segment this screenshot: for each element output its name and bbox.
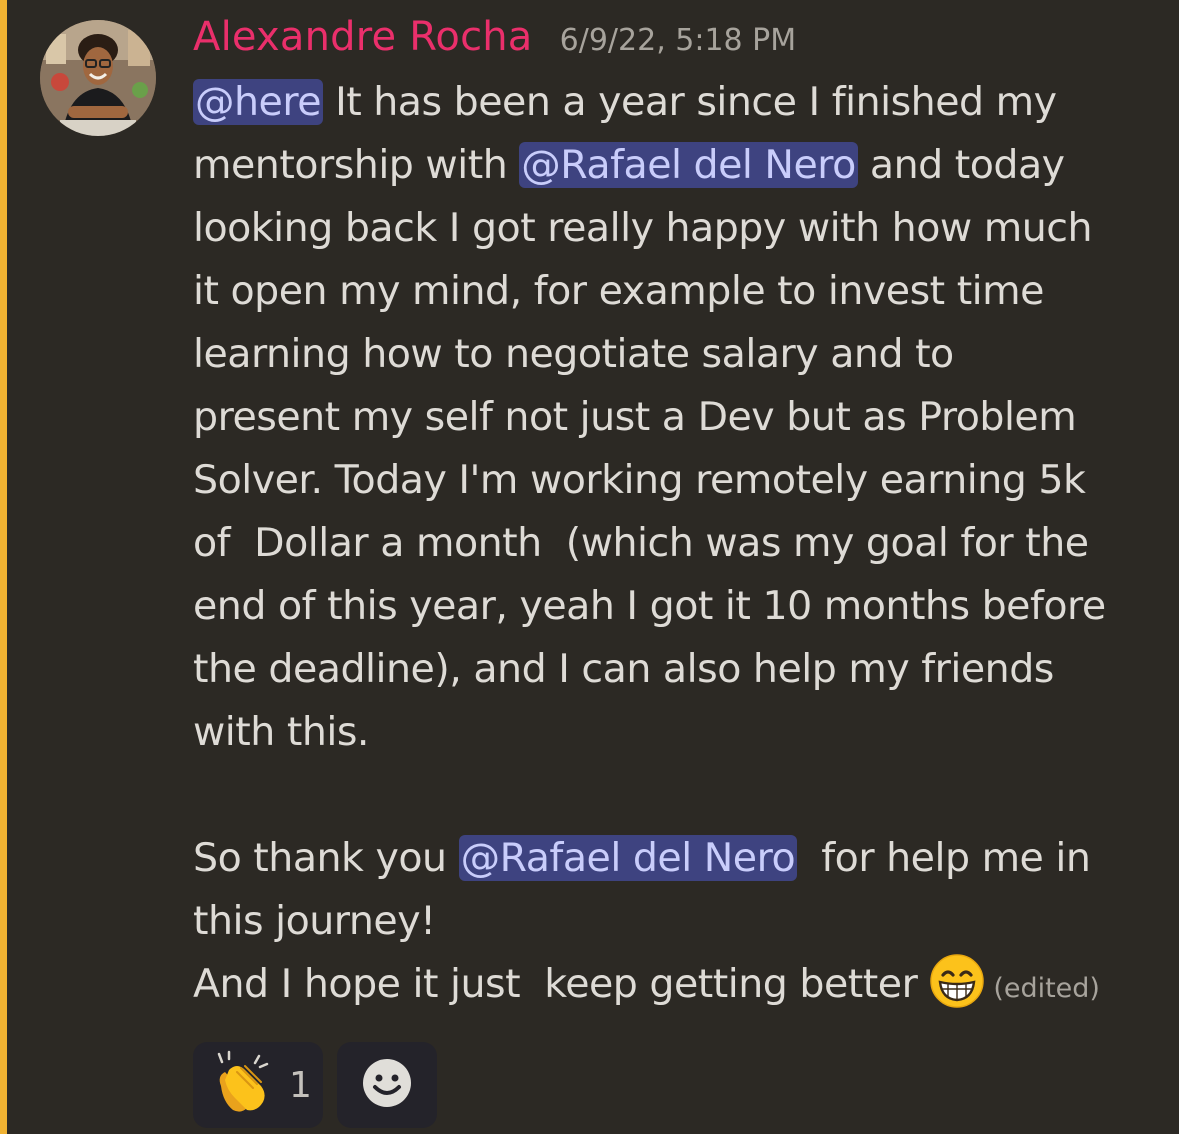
avatar-image xyxy=(40,20,156,136)
message-line: this journey! xyxy=(193,898,436,944)
reaction-clap-button[interactable]: 1 xyxy=(193,1042,323,1128)
message-text: and today xyxy=(857,142,1065,188)
message-text: And I hope it just keep getting better xyxy=(193,961,918,1007)
message-line: present my self not just a Dev but as Pr… xyxy=(193,394,1077,440)
message-line: And I hope it just keep getting better (… xyxy=(193,953,1143,1016)
message-line: end of this year, yeah I got it 10 month… xyxy=(193,583,1106,629)
message-header: Alexandre Rocha 6/9/22, 5:18 PM xyxy=(193,14,796,60)
mention-user[interactable]: @Rafael del Nero xyxy=(519,142,858,188)
clapping-hands-icon xyxy=(207,1050,273,1120)
author-name[interactable]: Alexandre Rocha xyxy=(193,14,533,60)
message-line: Solver. Today I'm working remotely earni… xyxy=(193,457,1086,503)
message-line: @here It has been a year since I finishe… xyxy=(193,71,1143,134)
edited-label: (edited) xyxy=(993,973,1100,1004)
message-text: It has been a year since I finished my xyxy=(323,79,1057,125)
message-line: looking back I got really happy with how… xyxy=(193,205,1093,251)
reaction-count: 1 xyxy=(289,1064,312,1106)
grinning-face-emoji-icon xyxy=(929,953,985,1009)
message-line: with this. xyxy=(193,709,370,755)
add-reaction-button[interactable] xyxy=(337,1042,437,1128)
message-content: @here It has been a year since I finishe… xyxy=(193,71,1143,1016)
chat-message: Alexandre Rocha 6/9/22, 5:18 PM @here It… xyxy=(0,0,1179,1134)
message-text: for help me in xyxy=(797,835,1091,881)
message-line: So thank you @Rafael del Nero for help m… xyxy=(193,827,1143,890)
message-line: learning how to negotiate salary and to xyxy=(193,331,954,377)
reactions-bar: 1 xyxy=(193,1042,437,1128)
message-line: mentorship with @Rafael del Nero and tod… xyxy=(193,134,1143,197)
message-timestamp: 6/9/22, 5:18 PM xyxy=(559,23,797,58)
message-line: the deadline), and I can also help my fr… xyxy=(193,646,1054,692)
avatar[interactable] xyxy=(40,20,156,136)
mention-user[interactable]: @Rafael del Nero xyxy=(458,835,798,881)
mention-here[interactable]: @here xyxy=(193,79,324,125)
message-text: mentorship with xyxy=(193,142,520,188)
message-text: So thank you xyxy=(193,835,459,881)
message-line: it open my mind, for example to invest t… xyxy=(193,268,1044,314)
message-line: of Dollar a month (which was my goal for… xyxy=(193,520,1089,566)
add-reaction-smiley-icon xyxy=(361,1057,413,1113)
